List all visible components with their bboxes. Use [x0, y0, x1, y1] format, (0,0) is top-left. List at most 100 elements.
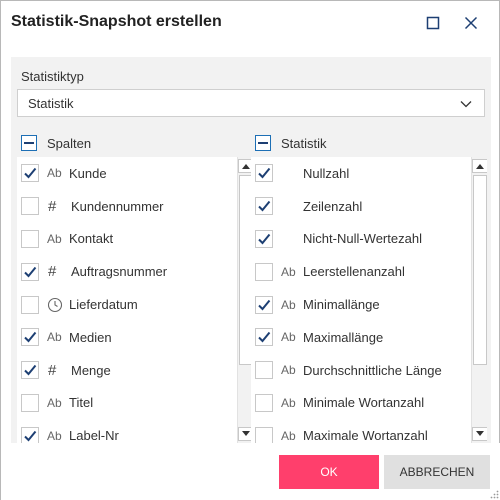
statistic-row[interactable]: Ab Durchschnittliche Länge	[251, 353, 471, 387]
text-type-icon: Ab	[281, 395, 296, 410]
column-label: Kundennummer	[71, 198, 164, 214]
statistics-panel-header: Statistik	[251, 129, 487, 157]
scroll-up-button[interactable]	[472, 159, 487, 173]
scroll-down-button[interactable]	[472, 427, 487, 441]
arrow-down-icon	[476, 431, 484, 436]
column-checkbox[interactable]	[21, 361, 39, 380]
checkmark-icon	[258, 201, 271, 212]
statistic-checkbox[interactable]	[255, 164, 273, 183]
statistic-label: Minimallänge	[303, 297, 380, 313]
checkmark-icon	[258, 299, 271, 311]
statistics-header-label: Statistik	[281, 135, 327, 151]
statistic-checkbox[interactable]	[255, 295, 273, 314]
statistics-select-all-checkbox[interactable]	[255, 135, 271, 151]
column-row[interactable]: # Auftragsnummer	[17, 255, 237, 289]
checkmark-icon	[24, 266, 37, 278]
statistic-checkbox[interactable]	[255, 426, 273, 443]
checkmark-icon	[258, 168, 271, 179]
clock-icon	[47, 297, 63, 312]
checkmark-icon	[24, 365, 37, 376]
statistic-type-value: Statistik	[28, 95, 74, 111]
checkmark-icon	[258, 233, 271, 245]
column-row[interactable]: Ab Titel	[17, 386, 237, 420]
statistic-checkbox[interactable]	[255, 197, 273, 216]
statistic-row[interactable]: Nullzahl	[251, 157, 471, 190]
statistic-label: Maximallänge	[303, 329, 384, 345]
column-checkbox[interactable]	[21, 393, 39, 412]
checkmark-icon	[24, 332, 37, 343]
dialog-footer: OK ABBRECHEN	[1, 443, 500, 500]
resize-grip-icon[interactable]	[489, 489, 499, 499]
column-checkbox[interactable]	[21, 328, 39, 347]
arrow-up-icon	[476, 164, 484, 169]
text-type-icon: Ab	[281, 297, 296, 312]
checkmark-icon	[24, 430, 37, 442]
statistic-label: Nicht-Null-Wertezahl	[303, 231, 422, 247]
column-checkbox[interactable]	[21, 229, 39, 248]
arrow-up-icon	[242, 164, 250, 169]
columns-panel-header: Spalten	[17, 129, 253, 157]
text-type-icon: Ab	[281, 264, 296, 279]
statistic-row[interactable]: Ab Minimale Wortanzahl	[251, 386, 471, 420]
date-type-icon	[47, 297, 69, 313]
dialog-title: Statistik-Snapshot erstellen	[11, 13, 222, 30]
close-button[interactable]	[459, 11, 483, 35]
column-row[interactable]: # Kundennummer	[17, 189, 237, 223]
text-type-icon: Ab	[47, 395, 62, 410]
column-checkbox[interactable]	[21, 426, 39, 443]
column-row[interactable]: Ab Kontakt	[17, 222, 237, 256]
statistic-label: Zeilenzahl	[303, 198, 363, 214]
cancel-button[interactable]: ABBRECHEN	[384, 455, 490, 489]
checkmark-icon	[24, 168, 37, 179]
text-type-icon: Ab	[47, 428, 62, 443]
column-row[interactable]: Ab Label-Nr	[17, 419, 237, 443]
statistic-checkbox[interactable]	[255, 229, 273, 248]
statistic-label: Maximale Wortanzahl	[303, 428, 428, 443]
statistic-row[interactable]: Nicht-Null-Wertezahl	[251, 222, 471, 256]
column-label: Menge	[71, 362, 111, 378]
statistic-label: Nullzahl	[303, 165, 350, 181]
columns-select-all-checkbox[interactable]	[21, 135, 37, 151]
close-icon	[464, 16, 478, 30]
maximize-icon	[426, 16, 440, 30]
statistic-checkbox[interactable]	[255, 361, 273, 380]
statistic-label: Durchschnittliche Länge	[303, 362, 442, 378]
statistic-row[interactable]: Ab Maximale Wortanzahl	[251, 419, 471, 443]
statistic-row[interactable]: Ab Minimallänge	[251, 288, 471, 321]
statistic-type-select[interactable]: Statistik	[17, 89, 485, 117]
statistics-scrollbar[interactable]	[471, 157, 487, 443]
column-row[interactable]: Ab Medien	[17, 320, 237, 354]
number-type-icon: #	[48, 361, 57, 379]
text-type-icon: Ab	[47, 231, 62, 246]
indeterminate-icon	[258, 142, 268, 144]
column-checkbox[interactable]	[21, 262, 39, 281]
column-row[interactable]: Lieferdatum	[17, 288, 237, 321]
column-checkbox[interactable]	[21, 295, 39, 314]
column-checkbox[interactable]	[21, 197, 39, 216]
text-type-icon: Ab	[47, 330, 62, 345]
statistic-row[interactable]: Ab Maximallänge	[251, 320, 471, 354]
column-label: Kontakt	[69, 231, 114, 247]
statistic-label: Leerstellenanzahl	[303, 264, 405, 280]
statistic-checkbox[interactable]	[255, 393, 273, 412]
number-type-icon: #	[48, 263, 57, 281]
columns-header-label: Spalten	[47, 135, 92, 151]
dialog-content: Statistiktyp Statistik Spalten Ab Kunde # K…	[11, 57, 491, 443]
text-type-icon: Ab	[281, 363, 296, 378]
column-label: Lieferdatum	[69, 297, 138, 313]
statistic-checkbox[interactable]	[255, 328, 273, 347]
maximize-button[interactable]	[421, 11, 445, 35]
arrow-down-icon	[242, 431, 250, 436]
indeterminate-icon	[24, 142, 34, 144]
statistic-type-label: Statistiktyp	[21, 69, 84, 84]
column-checkbox[interactable]	[21, 164, 39, 183]
statistic-row[interactable]: Ab Leerstellenanzahl	[251, 255, 471, 289]
statistic-row[interactable]: Zeilenzahl	[251, 189, 471, 223]
statistic-checkbox[interactable]	[255, 262, 273, 281]
ok-button[interactable]: OK	[279, 455, 379, 489]
column-row[interactable]: Ab Kunde	[17, 157, 237, 190]
column-label: Auftragsnummer	[71, 264, 168, 280]
columns-list: Ab Kunde # Kundennummer Ab Kontakt # Auftragsnu…	[17, 157, 237, 443]
column-row[interactable]: # Menge	[17, 353, 237, 387]
scroll-thumb[interactable]	[473, 175, 487, 365]
